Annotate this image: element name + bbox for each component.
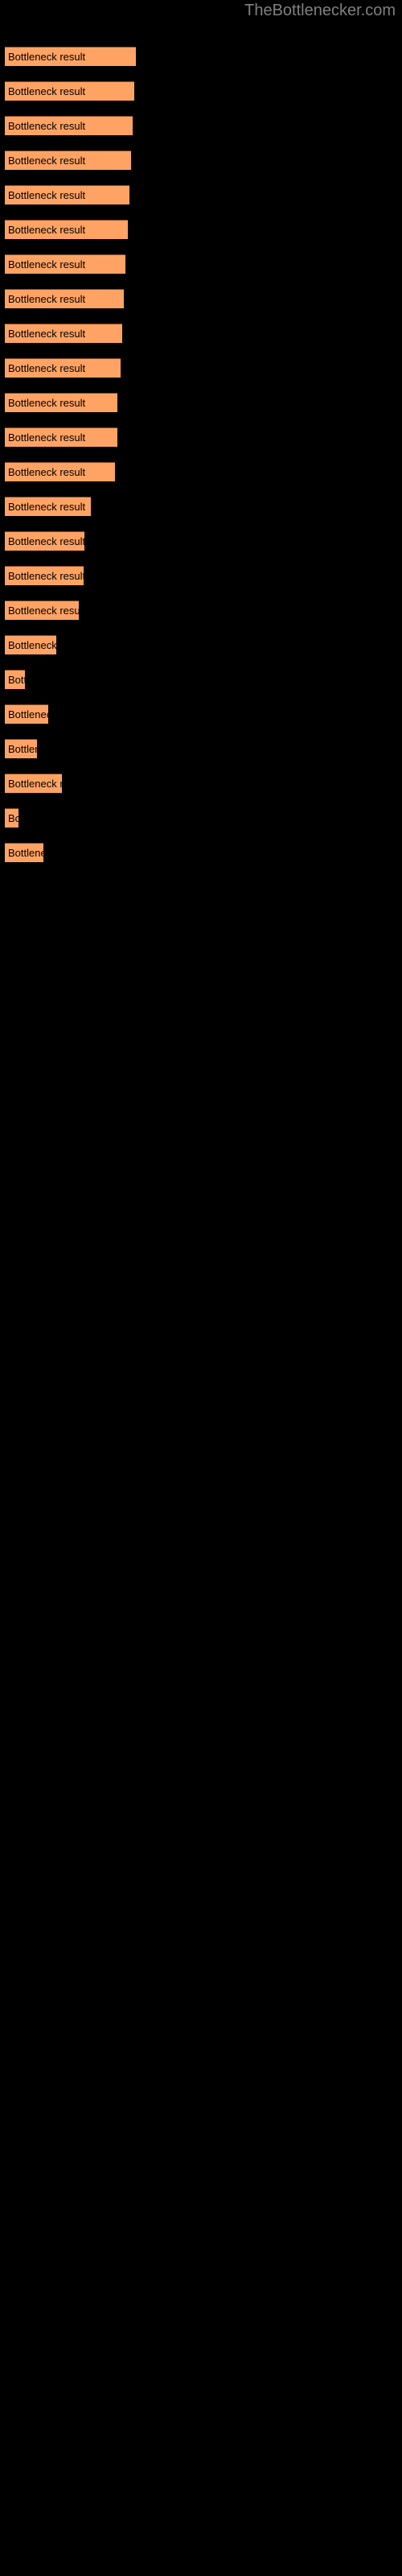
- bar-label: Bottleneck result: [8, 189, 86, 201]
- bar-bottleneck-result[interactable]: Bottleneck result: [5, 289, 124, 308]
- bar-label: Bottleneck result: [8, 85, 86, 97]
- bar-bottleneck-result[interactable]: Bottleneck result: [5, 358, 121, 378]
- bar-bottleneck-result[interactable]: Bottleneck result: [5, 739, 37, 758]
- bar-label: Bottleneck result: [8, 708, 48, 720]
- bottleneck-bar-chart: TheBottlenecker.com Bottleneck result Bot…: [0, 0, 402, 2576]
- bar-label: Bottleneck result: [8, 847, 43, 859]
- bar-bottleneck-result[interactable]: Bottleneck result: [5, 566, 84, 585]
- bar-bottleneck-result[interactable]: Bottleneck result: [5, 116, 133, 135]
- bar-bottleneck-result[interactable]: Bottleneck result: [5, 843, 43, 862]
- bar-bottleneck-result[interactable]: Bottleneck result: [5, 670, 25, 689]
- bar-bottleneck-result[interactable]: Bottleneck result: [5, 635, 56, 654]
- bar-bottleneck-result[interactable]: Bottleneck result: [5, 601, 79, 620]
- bar-bottleneck-result[interactable]: Bottleneck result: [5, 497, 91, 516]
- bar-bottleneck-result[interactable]: Bottleneck result: [5, 704, 48, 724]
- bar-bottleneck-result[interactable]: Bottleneck result: [5, 47, 136, 66]
- bar-label: Bottleneck result: [8, 224, 86, 236]
- bar-label: Bottleneck result: [8, 639, 56, 651]
- bar-label: Bottleneck result: [8, 778, 62, 790]
- bar-label: Bottleneck result: [8, 155, 86, 167]
- bar-label: Bottleneck result: [8, 812, 18, 824]
- bar-label: Bottleneck result: [8, 535, 84, 547]
- bar-label: Bottleneck result: [8, 328, 86, 340]
- bar-bottleneck-result[interactable]: Bottleneck result: [5, 324, 122, 343]
- bar-label: Bottleneck result: [8, 397, 86, 409]
- bar-label: Bottleneck result: [8, 674, 25, 686]
- bar-label: Bottleneck result: [8, 362, 86, 374]
- bar-label: Bottleneck result: [8, 258, 86, 270]
- bar-bottleneck-result[interactable]: Bottleneck result: [5, 427, 117, 447]
- bar-label: Bottleneck result: [8, 743, 37, 755]
- bar-bottleneck-result[interactable]: Bottleneck result: [5, 808, 18, 828]
- bar-label: Bottleneck result: [8, 51, 86, 63]
- bar-bottleneck-result[interactable]: Bottleneck result: [5, 531, 84, 551]
- bar-bottleneck-result[interactable]: Bottleneck result: [5, 462, 115, 481]
- bar-label: Bottleneck result: [8, 605, 79, 617]
- bar-label: Bottleneck result: [8, 466, 86, 478]
- bar-bottleneck-result[interactable]: Bottleneck result: [5, 151, 131, 170]
- bar-label: Bottleneck result: [8, 120, 86, 132]
- bar-bottleneck-result[interactable]: Bottleneck result: [5, 81, 134, 101]
- site-title: TheBottlenecker.com: [244, 2, 396, 19]
- bar-label: Bottleneck result: [8, 570, 84, 582]
- bar-bottleneck-result[interactable]: Bottleneck result: [5, 254, 125, 274]
- bar-bottleneck-result[interactable]: Bottleneck result: [5, 774, 62, 793]
- bar-bottleneck-result[interactable]: Bottleneck result: [5, 220, 128, 239]
- bar-bottleneck-result[interactable]: Bottleneck result: [5, 185, 129, 204]
- bar-bottleneck-result[interactable]: Bottleneck result: [5, 393, 117, 412]
- bar-label: Bottleneck result: [8, 431, 86, 444]
- bar-label: Bottleneck result: [8, 293, 86, 305]
- bar-label: Bottleneck result: [8, 501, 86, 513]
